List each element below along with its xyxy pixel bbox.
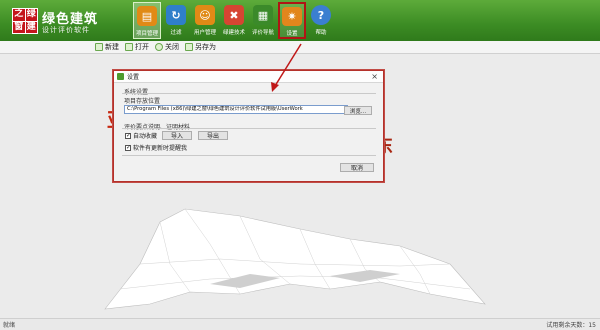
update-notify-checkbox[interactable]: ✓ 软件有更新时提醒我	[125, 143, 187, 152]
dialog-title: 设置	[127, 74, 140, 81]
file-toolbar: 新建 打开 关闭 另存为	[0, 41, 600, 54]
new-file-icon	[95, 43, 103, 51]
save-as-button[interactable]: 另存为	[185, 42, 216, 52]
open-label: 打开	[135, 43, 149, 51]
ribbon-label: 过滤	[170, 30, 182, 36]
trial-days-text: 试用剩余天数：15	[546, 322, 596, 329]
export-button[interactable]: 导出	[198, 131, 228, 140]
update-notify-label: 软件有更新时提醒我	[133, 145, 188, 152]
project-path-field[interactable]: C:\Program Files (x86)\绿建之窗\绿色建筑设计评价软件试用…	[124, 105, 348, 114]
ribbon-user-management[interactable]: ☺ 用户管理	[191, 2, 219, 39]
close-button[interactable]: 关闭	[155, 42, 179, 52]
close-icon[interactable]: ×	[371, 72, 378, 81]
ribbon-evaluation-nav[interactable]: ▦ 评价导航	[249, 2, 277, 39]
evaluation-group-label: 评价要点说明、证明材料	[124, 124, 191, 131]
close-label: 关闭	[165, 43, 179, 51]
ribbon-label: 帮助	[315, 30, 327, 36]
auto-collect-label: 自动收藏	[133, 133, 158, 140]
app-small-icon	[117, 73, 124, 80]
browse-button[interactable]: 浏览...	[344, 106, 372, 115]
open-folder-icon	[125, 43, 133, 51]
project-location-label: 项目存放位置	[124, 98, 161, 105]
user-icon: ☺	[195, 5, 215, 25]
app-logo: 之 绿 窗 建	[12, 8, 38, 34]
system-settings-label: 系统设置	[124, 89, 149, 96]
save-as-icon	[185, 43, 193, 51]
logo-char: 之	[13, 9, 25, 21]
ribbon: ▤ 项目管理 ↻ 过滤 ☺ 用户管理 ✖ 绿建技术 ▦ 评价导航 ✷ 设置 ? …	[133, 2, 336, 39]
logo-char: 窗	[13, 21, 25, 33]
building-sketch-image	[104, 208, 486, 310]
group-divider	[122, 155, 376, 156]
logo-char: 建	[25, 21, 37, 33]
new-label: 新建	[105, 43, 119, 51]
new-button[interactable]: 新建	[95, 42, 119, 52]
group-divider	[122, 93, 376, 94]
auto-collect-checkbox[interactable]: ✓ 自动收藏	[125, 131, 157, 140]
ribbon-green-tech[interactable]: ✖ 绿建技术	[220, 2, 248, 39]
logo-char: 绿	[25, 9, 37, 21]
status-text: 就绪	[3, 322, 16, 329]
group-divider	[122, 128, 376, 129]
dialog-titlebar: 设置 ×	[114, 71, 383, 83]
app-subtitle: 设计评价软件	[42, 26, 90, 34]
ribbon-label: 项目管理	[135, 31, 158, 37]
save-as-label: 另存为	[195, 43, 216, 51]
folder-icon: ▤	[137, 6, 157, 26]
settings-dialog: 设置 × 系统设置 项目存放位置 C:\Program Files (x86)\…	[113, 70, 384, 182]
checkbox-box: ✓	[125, 143, 132, 151]
open-button[interactable]: 打开	[125, 42, 149, 52]
status-bar: 就绪 试用剩余天数：15	[0, 318, 600, 330]
ribbon-label: 设置	[286, 31, 298, 37]
ribbon-filter[interactable]: ↻ 过滤	[162, 2, 190, 39]
navigation-icon: ▦	[253, 5, 273, 25]
import-button[interactable]: 导入	[162, 131, 192, 140]
ribbon-label: 绿建技术	[222, 30, 245, 36]
ribbon-settings[interactable]: ✷ 设置	[278, 2, 306, 39]
gear-icon: ✷	[282, 7, 302, 26]
ribbon-label: 评价导航	[251, 30, 274, 36]
refresh-icon: ↻	[166, 5, 186, 25]
close-file-icon	[155, 43, 163, 51]
checkbox-box: ✓	[125, 131, 132, 139]
tech-icon: ✖	[224, 5, 244, 25]
ribbon-help[interactable]: ? 帮助	[307, 2, 335, 39]
ribbon-label: 用户管理	[193, 30, 216, 36]
ribbon-project-management[interactable]: ▤ 项目管理	[133, 2, 161, 39]
cancel-button[interactable]: 取消	[340, 163, 374, 172]
title-banner: 之 绿 窗 建 绿色建筑 设计评价软件 ▤ 项目管理 ↻ 过滤 ☺ 用户管理 ✖…	[0, 0, 600, 41]
help-icon: ?	[311, 5, 331, 25]
